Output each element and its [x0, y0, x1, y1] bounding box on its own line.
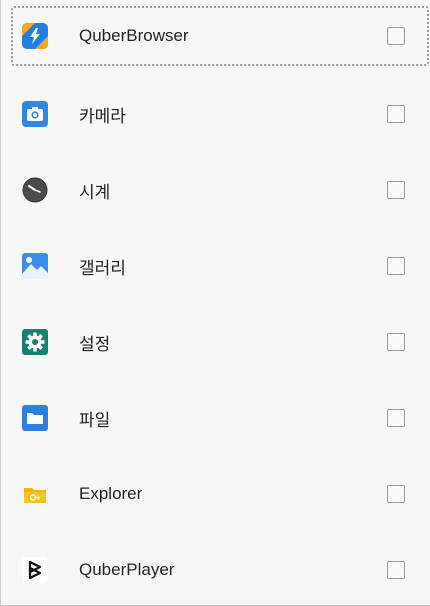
settings-icon	[21, 328, 49, 356]
app-list: QuberBrowser 카메라 시계 갤러리 설정 파일 Explorer Q…	[0, 0, 430, 606]
app-name: 설정	[79, 334, 111, 354]
app-checkbox[interactable]	[387, 181, 405, 199]
app-name: Explorer	[79, 484, 143, 503]
app-row-settings[interactable]: 설정	[11, 312, 429, 372]
app-name: 갤러리	[79, 258, 126, 278]
app-checkbox[interactable]	[387, 409, 405, 427]
app-row-files[interactable]: 파일	[11, 388, 429, 448]
quberplayer-icon	[21, 556, 49, 584]
app-row-quberplayer[interactable]: QuberPlayer	[11, 540, 429, 600]
app-checkbox[interactable]	[387, 561, 405, 579]
files-icon	[21, 404, 49, 432]
app-checkbox[interactable]	[387, 105, 405, 123]
app-row-quberbrowser[interactable]: QuberBrowser	[11, 6, 429, 66]
app-name: QuberPlayer	[79, 560, 175, 579]
app-checkbox[interactable]	[387, 27, 405, 45]
gallery-icon	[21, 252, 49, 280]
app-checkbox[interactable]	[387, 485, 405, 503]
app-name: QuberBrowser	[79, 26, 189, 45]
app-name: 시계	[79, 182, 111, 202]
clock-icon	[21, 176, 49, 204]
app-name: 카메라	[79, 106, 126, 126]
app-name: 파일	[79, 410, 111, 430]
camera-icon	[21, 100, 49, 128]
app-row-camera[interactable]: 카메라	[11, 84, 429, 144]
app-row-explorer[interactable]: Explorer	[11, 464, 429, 524]
app-checkbox[interactable]	[387, 333, 405, 351]
app-row-gallery[interactable]: 갤러리	[11, 236, 429, 296]
quberbrowser-icon	[21, 22, 49, 50]
app-checkbox[interactable]	[387, 257, 405, 275]
app-row-clock[interactable]: 시계	[11, 160, 429, 220]
explorer-icon	[21, 480, 49, 508]
